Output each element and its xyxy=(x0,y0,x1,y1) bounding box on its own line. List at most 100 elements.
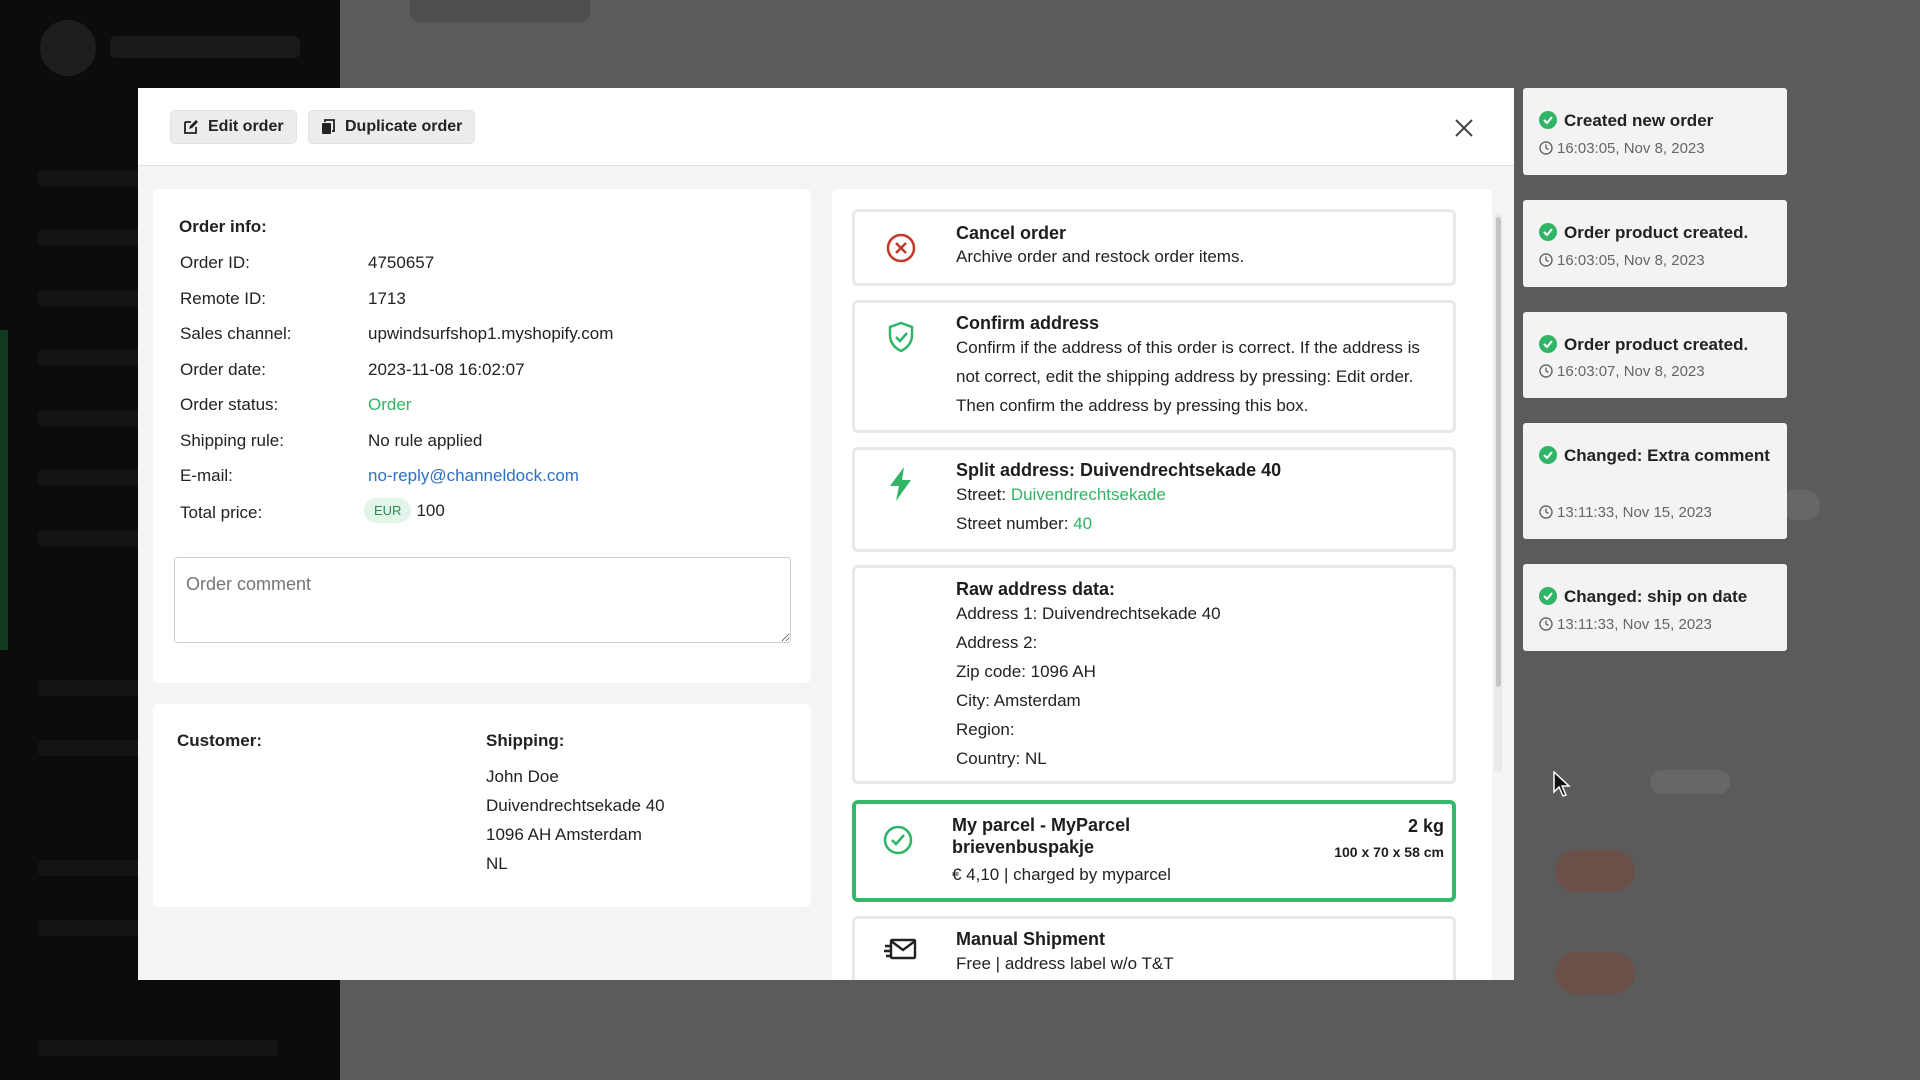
duplicate-order-label: Duplicate order xyxy=(345,118,463,135)
activity-log-title: Changed: ship on date xyxy=(1539,582,1779,611)
duplicate-icon xyxy=(322,119,335,134)
info-label: Order date: xyxy=(180,360,266,379)
clock-icon xyxy=(1539,364,1553,378)
info-row-email: E-mail: no-reply@channeldock.com xyxy=(180,466,800,488)
order-modal: Edit order Duplicate order Order info: O… xyxy=(138,88,1514,980)
activity-log-text: Changed: Extra comment xyxy=(1564,446,1770,465)
order-info-title: Order info: xyxy=(179,217,267,236)
raw-address-line: Zip code: 1096 AH xyxy=(956,662,1096,681)
parcel-option-myparcel[interactable]: My parcel - MyParcel brievenbuspakje 2 k… xyxy=(852,800,1456,902)
edit-order-button[interactable]: Edit order xyxy=(170,110,297,144)
split-address-title: Split address: Duivendrechtsekade 40 xyxy=(956,460,1282,480)
shipping-title: Shipping: xyxy=(486,731,565,750)
info-label: Total price: xyxy=(180,503,263,522)
activity-log-time: 13:11:33, Nov 15, 2023 xyxy=(1539,616,1712,633)
raw-address-line: Region: xyxy=(956,720,1015,739)
activity-log-time: 16:03:05, Nov 8, 2023 xyxy=(1539,252,1705,269)
raw-address-title: Raw address data: xyxy=(956,579,1116,599)
split-number-value: 40 xyxy=(1073,514,1093,533)
raw-address-line: City: Amsterdam xyxy=(956,691,1081,710)
manual-shipment-option[interactable]: Manual Shipment Free | address label w/o… xyxy=(852,916,1456,980)
activity-log-title: Created new order xyxy=(1539,106,1779,135)
info-row-remote-id: Remote ID: 1713 xyxy=(180,289,800,311)
close-icon xyxy=(1455,119,1473,137)
raw-address-line: Country: NL xyxy=(956,749,1047,768)
check-circle-icon xyxy=(1539,335,1557,353)
edit-icon xyxy=(184,120,198,134)
info-row-order-status: Order status: Order xyxy=(180,395,800,417)
actions-scrollbar-thumb[interactable] xyxy=(1496,217,1501,687)
info-value: 4750657 xyxy=(368,253,435,272)
activity-log-timestamp: 13:11:33, Nov 15, 2023 xyxy=(1557,616,1712,633)
check-circle-icon xyxy=(1539,446,1557,464)
confirm-address-text: Confirm if the address of this order is … xyxy=(956,338,1420,415)
clock-icon xyxy=(1539,617,1553,631)
clock-icon xyxy=(1539,505,1553,519)
shield-check-icon xyxy=(883,319,919,355)
info-row-sales-channel: Sales channel: upwindsurfshop1.myshopify… xyxy=(180,324,800,346)
check-circle-icon xyxy=(1539,223,1557,241)
info-row-total-price: Total price: EUR 100 xyxy=(180,498,800,525)
info-label: Order status: xyxy=(180,395,279,414)
mouse-cursor-icon xyxy=(1553,771,1571,797)
split-number-row: Street number: 40 xyxy=(956,509,1446,538)
clock-icon xyxy=(1539,253,1553,267)
clock-icon xyxy=(1539,141,1553,155)
activity-log-timestamp: 13:11:33, Nov 15, 2023 xyxy=(1557,504,1712,521)
background-nav-active-indicator xyxy=(0,330,8,650)
activity-log-title: Order product created. xyxy=(1539,330,1779,359)
customer-title: Customer: xyxy=(177,731,263,750)
order-info-card: Order info: Order ID: 4750657 Remote ID:… xyxy=(153,189,811,683)
shipping-address-line: NL xyxy=(486,854,508,873)
close-modal-button[interactable] xyxy=(1450,114,1478,142)
parcel-dimensions: 100 x 70 x 58 cm xyxy=(1334,844,1444,860)
parcel-weight: 2 kg xyxy=(1407,816,1444,836)
info-label: Order ID: xyxy=(180,253,250,272)
parcel-price: € 4,10 | charged by myparcel xyxy=(952,865,1171,884)
lightning-icon xyxy=(883,466,919,502)
split-address-action[interactable]: Split address: Duivendrechtsekade 40 Str… xyxy=(852,447,1456,552)
activity-log-title: Order product created. xyxy=(1539,218,1779,247)
split-number-label: Street number: xyxy=(956,514,1069,533)
activity-log-text: Order product created. xyxy=(1564,223,1749,242)
order-status-value: Order xyxy=(368,395,412,414)
info-label: Shipping rule: xyxy=(180,431,284,450)
order-comment-input[interactable] xyxy=(174,557,791,643)
shipping-address-line: 1096 AH Amsterdam xyxy=(486,825,642,844)
activity-log-timestamp: 16:03:07, Nov 8, 2023 xyxy=(1557,363,1705,380)
split-street-label: Street: xyxy=(956,485,1007,504)
info-row-shipping-rule: Shipping rule: No rule applied xyxy=(180,431,800,453)
shipping-address-line: Duivendrechtsekade 40 xyxy=(486,796,665,815)
edit-order-label: Edit order xyxy=(208,118,284,135)
background-logo-text xyxy=(110,36,300,58)
modal-header: Edit order Duplicate order xyxy=(138,88,1514,166)
duplicate-order-button[interactable]: Duplicate order xyxy=(308,110,476,144)
info-row-order-date: Order date: 2023-11-08 16:02:07 xyxy=(180,360,800,382)
activity-log-item: Changed: Extra comment 13:11:33, Nov 15,… xyxy=(1523,423,1787,539)
activity-log-text: Changed: ship on date xyxy=(1564,587,1748,606)
mail-send-icon xyxy=(883,933,919,969)
split-street-value: Duivendrechtsekade xyxy=(1010,485,1166,504)
currency-badge: EUR xyxy=(364,498,412,523)
split-street-row: Street: Duivendrechtsekade xyxy=(956,480,1446,509)
activity-log-item: Order product created. 16:03:05, Nov 8, … xyxy=(1523,200,1787,287)
raw-address-line: Address 1: Duivendrechtsekade 40 xyxy=(956,604,1221,623)
background-nav-item xyxy=(38,1040,278,1056)
raw-address-line: Address 2: xyxy=(956,633,1038,652)
cancel-circle-icon xyxy=(883,230,919,266)
confirm-address-action[interactable]: Confirm address Confirm if the address o… xyxy=(852,300,1456,433)
info-label: E-mail: xyxy=(180,466,233,485)
email-link[interactable]: no-reply@channeldock.com xyxy=(368,466,579,486)
raw-address-panel: Raw address data: Address 1: Duivendrech… xyxy=(852,565,1456,784)
activity-log-timestamp: 16:03:05, Nov 8, 2023 xyxy=(1557,140,1705,157)
cancel-order-text: Archive order and restock order items. xyxy=(956,247,1245,266)
total-price-value: EUR 100 xyxy=(364,498,445,524)
cancel-order-action[interactable]: Cancel order Archive order and restock o… xyxy=(852,209,1456,286)
info-value: No rule applied xyxy=(368,431,483,450)
info-value: 1713 xyxy=(368,289,406,308)
manual-shipment-title: Manual Shipment xyxy=(956,929,1106,949)
shipping-address-line: John Doe xyxy=(486,767,559,786)
activity-log-timestamp: 16:03:05, Nov 8, 2023 xyxy=(1557,252,1705,269)
info-label: Sales channel: xyxy=(180,324,292,343)
background-tab xyxy=(410,0,590,22)
